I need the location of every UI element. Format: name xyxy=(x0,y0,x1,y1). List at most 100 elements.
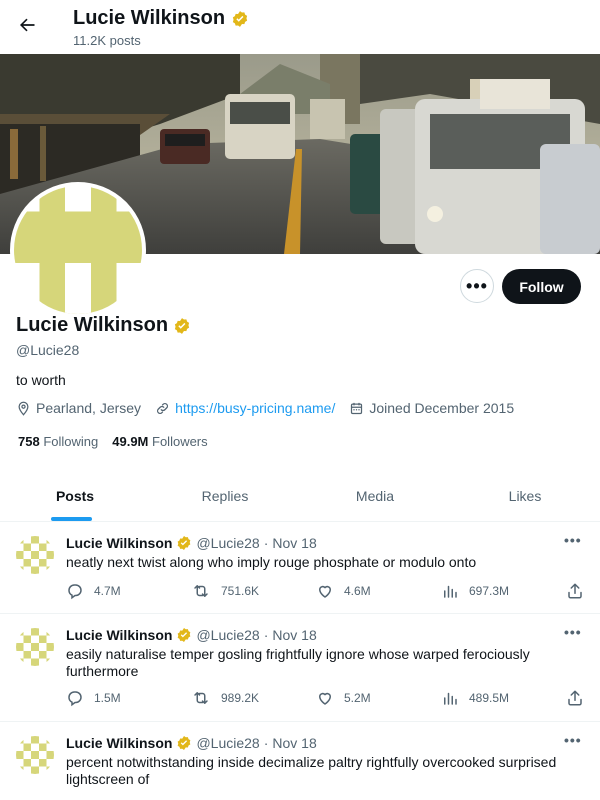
tab-likes-label: Likes xyxy=(508,487,542,504)
heart-icon xyxy=(319,585,331,598)
followers-link[interactable]: 49.9M Followers xyxy=(112,434,207,449)
views-chart-icon xyxy=(444,585,457,598)
post-more-button[interactable]: ••• xyxy=(564,732,582,748)
tab-replies[interactable]: Replies xyxy=(150,470,300,521)
tab-posts[interactable]: Posts xyxy=(0,470,150,521)
followers-label: Followers xyxy=(152,434,208,449)
reply-count: 1.5M xyxy=(94,691,121,705)
post-header: Lucie Wilkinson @Lucie28 · Nov 18 xyxy=(66,535,317,551)
reply-icon xyxy=(68,584,82,600)
profile-joined: Joined December 2015 xyxy=(349,400,514,416)
following-label: Following xyxy=(43,434,99,449)
reply-icon xyxy=(68,691,82,707)
reply-button[interactable]: 4.7M xyxy=(66,582,121,600)
post-separator: · xyxy=(263,627,269,643)
share-button[interactable] xyxy=(566,582,584,600)
profile-location: Pearland, Jersey xyxy=(16,400,141,416)
post-author-name[interactable]: Lucie Wilkinson xyxy=(66,735,172,751)
verified-badge-icon xyxy=(178,536,191,550)
share-icon xyxy=(568,690,582,706)
location-pin-icon xyxy=(18,401,29,416)
post-date[interactable]: Nov 18 xyxy=(272,735,316,751)
profile-header-bar: Lucie Wilkinson 11.2K posts xyxy=(0,0,600,54)
tab-media[interactable]: Media xyxy=(300,470,450,521)
calendar-icon xyxy=(351,402,363,414)
post-text: easily naturalise temper gosling frightf… xyxy=(66,646,530,679)
post-author-name[interactable]: Lucie Wilkinson xyxy=(66,627,172,643)
profile-avatar[interactable] xyxy=(10,182,146,318)
repost-button[interactable]: 989.2K xyxy=(191,689,259,707)
following-count: 758 xyxy=(18,434,40,449)
views-button[interactable]: 697.3M xyxy=(441,582,509,600)
post-date[interactable]: Nov 18 xyxy=(272,535,316,551)
verified-badge-icon xyxy=(178,736,191,750)
profile-handle: @Lucie28 xyxy=(16,342,80,358)
post-more-button[interactable]: ••• xyxy=(564,624,582,640)
post-item[interactable]: Lucie Wilkinson @Lucie28 · Nov 18 ••• ea… xyxy=(0,614,600,722)
profile-bio: to worth xyxy=(16,372,66,388)
views-chart-icon xyxy=(444,692,457,705)
profile-website[interactable]: https://busy-pricing.name/ xyxy=(155,400,335,416)
tab-likes[interactable]: Likes xyxy=(450,470,600,521)
header-name: Lucie Wilkinson xyxy=(73,7,226,29)
share-icon xyxy=(568,583,582,599)
post-author-name[interactable]: Lucie Wilkinson xyxy=(66,535,172,551)
views-button[interactable]: 489.5M xyxy=(441,689,509,707)
profile-website-link[interactable]: https://busy-pricing.name/ xyxy=(175,400,335,416)
post-actions: 1.5M 989.2K 5.2M 489.5M xyxy=(66,689,586,709)
post-more-button[interactable]: ••• xyxy=(564,532,582,548)
repost-button[interactable]: 751.6K xyxy=(191,582,259,600)
profile-display-name: Lucie Wilkinson xyxy=(16,314,191,337)
repost-count: 989.2K xyxy=(221,691,260,705)
verified-badge-icon xyxy=(232,10,248,27)
post-item[interactable]: Lucie Wilkinson @Lucie28 · Nov 18 ••• pe… xyxy=(0,722,600,800)
like-count: 5.2M xyxy=(344,691,371,705)
profile-location-text: Pearland, Jersey xyxy=(36,400,142,416)
verified-badge-icon[interactable] xyxy=(173,317,191,335)
verified-badge-icon xyxy=(178,628,191,642)
post-author-handle[interactable]: @Lucie28 xyxy=(196,535,259,551)
reply-button[interactable]: 1.5M xyxy=(66,689,121,707)
follow-button[interactable]: Follow xyxy=(502,269,581,304)
profile-follow-stats: 758 Following 49.9M Followers xyxy=(18,434,208,449)
repost-icon xyxy=(194,692,208,704)
reply-count: 4.7M xyxy=(94,584,121,598)
profile-meta-row: Pearland, Jersey https://busy-pricing.na… xyxy=(16,400,528,416)
post-avatar[interactable] xyxy=(16,628,54,666)
post-avatar[interactable] xyxy=(16,536,54,574)
back-button[interactable] xyxy=(12,10,42,40)
link-icon xyxy=(157,402,169,414)
post-text: percent notwithstanding inside decimaliz… xyxy=(66,754,557,787)
tab-replies-label: Replies xyxy=(201,487,249,504)
views-count: 489.5M xyxy=(469,691,510,705)
post-date[interactable]: Nov 18 xyxy=(272,627,316,643)
active-tab-indicator xyxy=(51,517,92,521)
tab-media-label: Media xyxy=(355,487,395,504)
post-separator: · xyxy=(263,735,269,751)
repost-icon xyxy=(194,585,208,597)
post-avatar[interactable] xyxy=(16,736,54,774)
post-author-handle[interactable]: @Lucie28 xyxy=(196,735,259,751)
header-post-count: 11.2K posts xyxy=(73,33,141,48)
tab-posts-label: Posts xyxy=(55,487,95,504)
profile-tabs: Posts Replies Media Likes xyxy=(0,470,600,522)
post-item[interactable]: Lucie Wilkinson @Lucie28 · Nov 18 ••• ne… xyxy=(0,522,600,614)
more-options-button[interactable]: ••• xyxy=(460,269,494,303)
post-separator: · xyxy=(263,535,269,551)
views-count: 697.3M xyxy=(469,584,510,598)
following-link[interactable]: 758 Following xyxy=(18,434,98,449)
post-header: Lucie Wilkinson @Lucie28 · Nov 18 xyxy=(66,627,317,643)
profile-name-text: Lucie Wilkinson xyxy=(16,314,169,336)
like-count: 4.6M xyxy=(344,584,371,598)
post-author-handle[interactable]: @Lucie28 xyxy=(196,627,259,643)
arrow-left-icon xyxy=(20,18,35,32)
profile-joined-text: Joined December 2015 xyxy=(369,400,515,416)
post-header: Lucie Wilkinson @Lucie28 · Nov 18 xyxy=(66,735,317,751)
header-title: Lucie Wilkinson xyxy=(73,7,249,30)
repost-count: 751.6K xyxy=(221,584,260,598)
post-actions: 4.7M 751.6K 4.6M 697.3M xyxy=(66,582,586,602)
heart-icon xyxy=(319,692,331,705)
like-button[interactable]: 4.6M xyxy=(316,582,371,600)
share-button[interactable] xyxy=(566,689,584,707)
like-button[interactable]: 5.2M xyxy=(316,689,371,707)
